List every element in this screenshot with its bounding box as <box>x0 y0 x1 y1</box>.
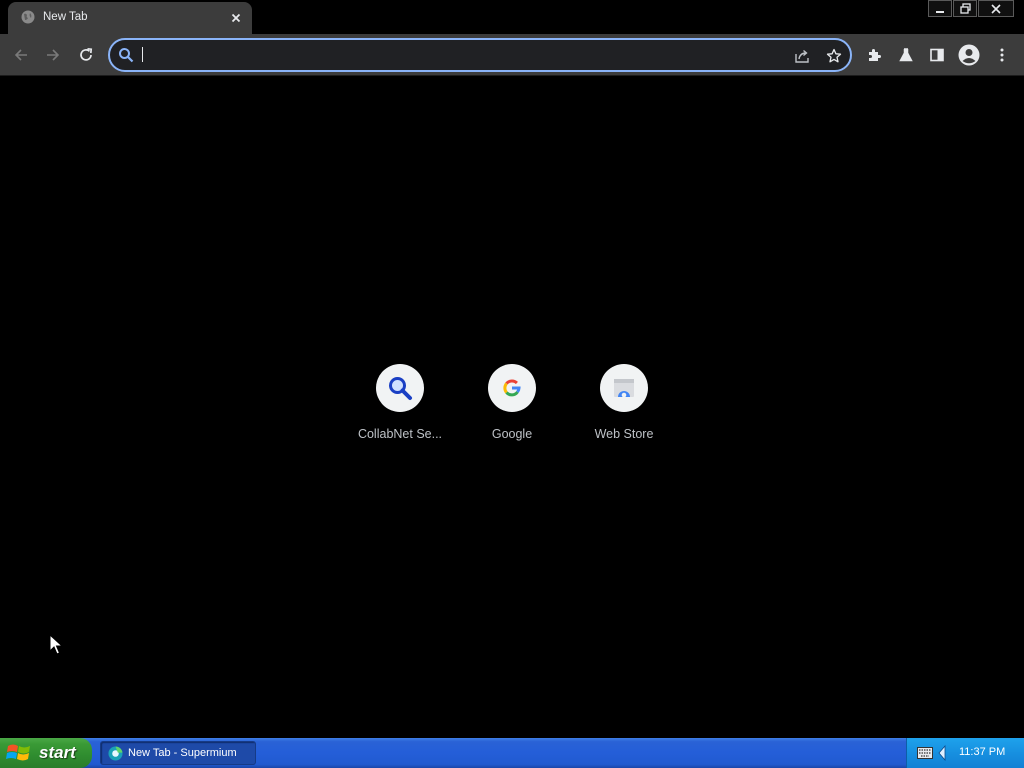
tab-title: New Tab <box>43 11 88 23</box>
close-icon <box>991 3 1001 14</box>
shortcuts-grid: CollabNet Se... Google Web Store <box>344 358 680 458</box>
supermium-icon <box>108 746 123 761</box>
system-tray: 11:37 PM <box>906 738 1024 768</box>
tab-strip: New Tab <box>0 0 1024 34</box>
google-g-icon <box>503 379 521 397</box>
tab-close-button[interactable] <box>228 10 244 26</box>
menu-button[interactable] <box>989 42 1015 68</box>
taskbar: start New Tab - Supermium 11:37 PM <box>0 738 1024 768</box>
clock: 11:37 PM <box>959 746 1006 758</box>
tab-new-tab[interactable]: New Tab <box>8 2 252 34</box>
text-caret <box>142 47 143 62</box>
flask-icon <box>899 48 913 62</box>
restore-icon <box>959 3 971 14</box>
restore-button[interactable] <box>953 0 977 17</box>
forward-button[interactable] <box>40 42 66 68</box>
shortcut-icon-circle <box>488 364 536 412</box>
profile-button[interactable] <box>956 42 982 68</box>
shortcut-tile[interactable]: Web Store <box>568 358 680 458</box>
back-button[interactable] <box>8 42 34 68</box>
reload-button[interactable] <box>73 42 99 68</box>
close-icon <box>231 13 241 23</box>
star-icon <box>826 48 842 63</box>
reload-icon <box>80 47 93 61</box>
shortcut-icon-circle <box>376 364 424 412</box>
search-icon <box>119 48 134 63</box>
share-icon <box>795 49 809 63</box>
menu-dots-icon <box>1000 48 1004 62</box>
share-button[interactable] <box>792 46 812 66</box>
shortcut-tile[interactable]: CollabNet Se... <box>344 358 456 458</box>
window-controls <box>927 0 1014 18</box>
extensions-button[interactable] <box>861 42 887 68</box>
web-store-icon <box>614 379 634 398</box>
side-panel-button[interactable] <box>924 42 950 68</box>
start-button[interactable]: start <box>0 738 92 768</box>
keyboard-icon[interactable] <box>917 747 933 759</box>
taskbar-button-label: New Tab - Supermium <box>128 747 237 759</box>
minimize-icon <box>936 10 944 13</box>
shortcut-label: Web Store <box>594 427 654 441</box>
address-bar[interactable] <box>108 38 852 72</box>
side-panel-icon <box>930 48 944 62</box>
windows-flag-icon <box>6 744 30 761</box>
bookmark-button[interactable] <box>824 46 844 66</box>
browser-toolbar <box>0 34 1024 76</box>
shortcut-label: CollabNet Se... <box>357 427 443 441</box>
window-close-button[interactable] <box>978 0 1014 17</box>
minimize-button[interactable] <box>928 0 952 17</box>
shortcut-label: Google <box>491 427 533 441</box>
taskbar-button-browser[interactable]: New Tab - Supermium <box>100 741 256 765</box>
forward-arrow-icon <box>47 49 60 61</box>
address-input[interactable] <box>140 45 780 65</box>
back-arrow-icon <box>14 49 27 61</box>
mouse-cursor-icon <box>49 634 63 655</box>
avatar-icon <box>958 44 980 66</box>
shortcut-tile[interactable]: Google <box>456 358 568 458</box>
extensions-icon <box>869 49 881 61</box>
tray-expand-icon[interactable] <box>937 745 947 761</box>
globe-icon <box>21 10 35 24</box>
start-label: start <box>39 743 76 762</box>
magnifier-icon <box>389 377 412 400</box>
shortcut-icon-circle <box>600 364 648 412</box>
labs-button[interactable] <box>893 42 919 68</box>
